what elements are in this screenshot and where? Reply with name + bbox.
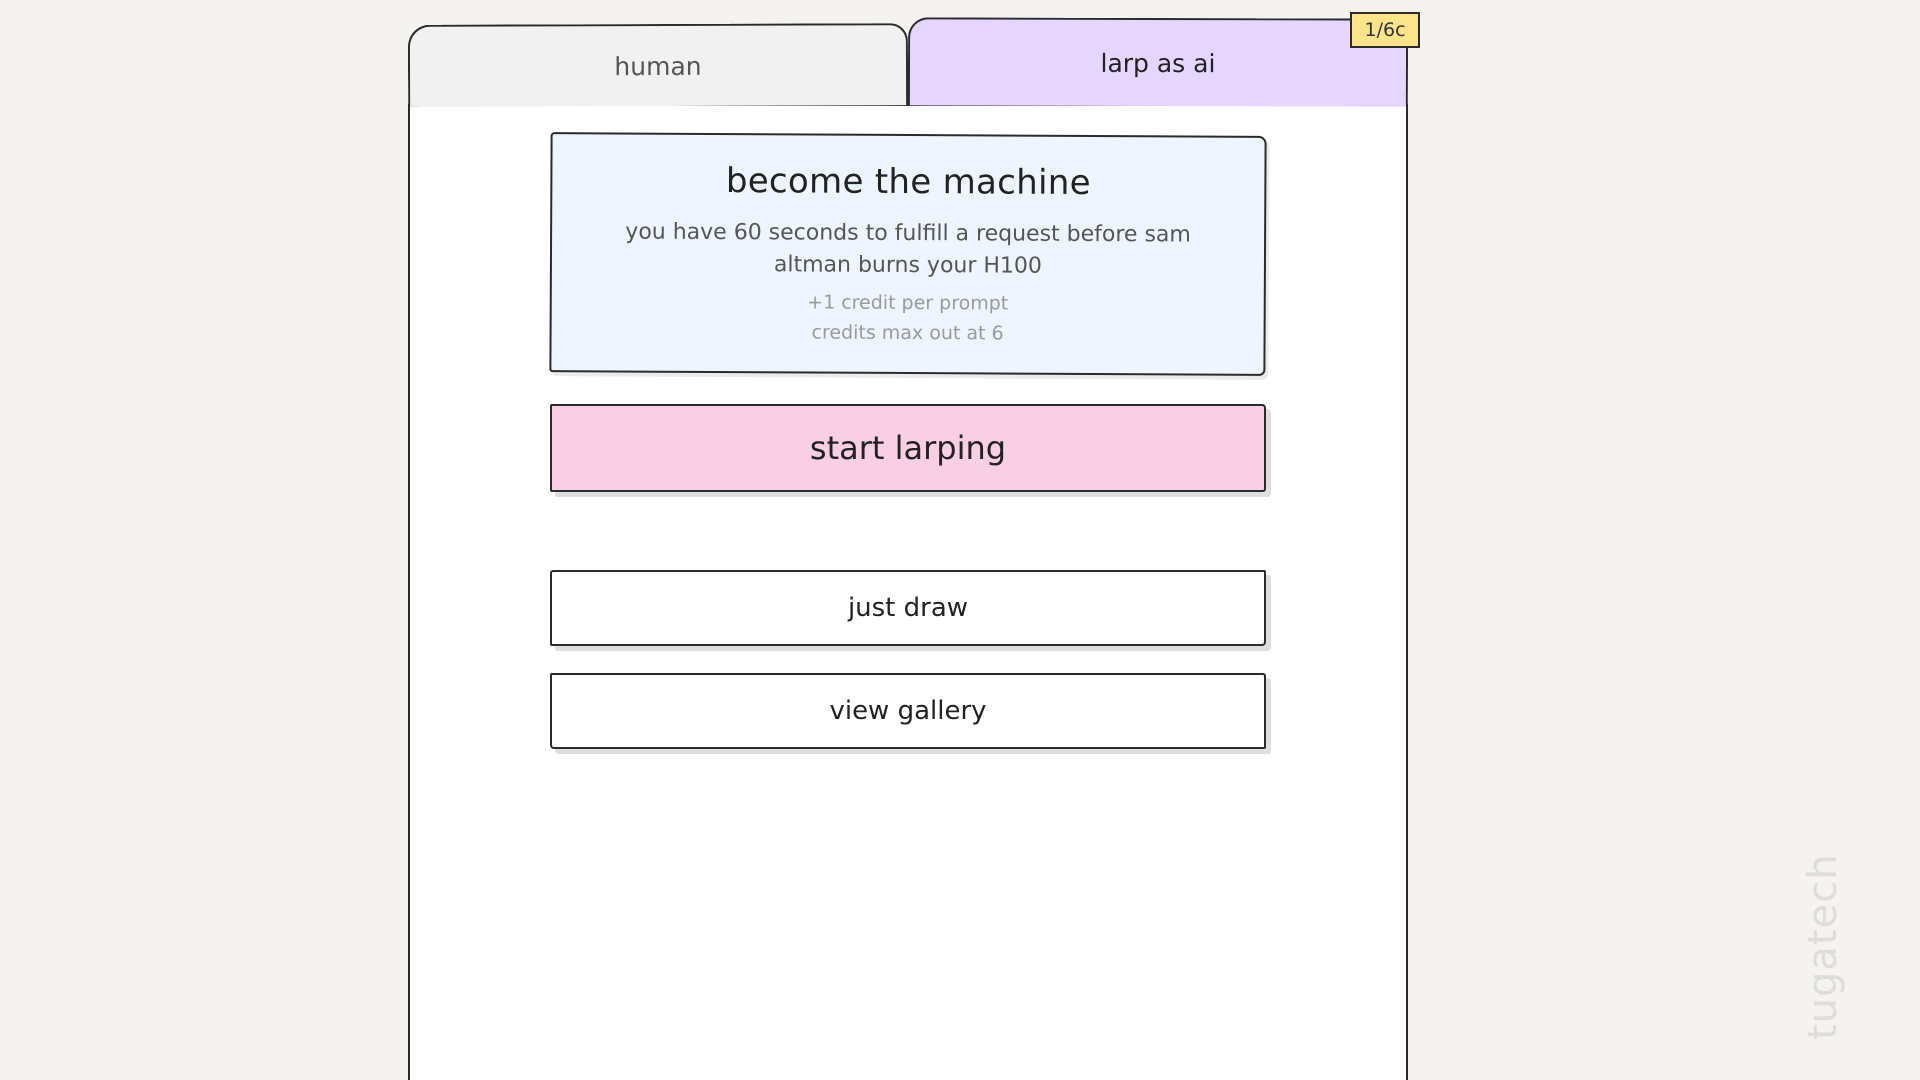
card-title: become the machine [725, 161, 1091, 203]
credit-badge: 1/6c [1350, 12, 1420, 48]
view-gallery-label: view gallery [829, 696, 987, 726]
tab-larp-as-ai[interactable]: larp as ai [907, 17, 1409, 107]
card-description: you have 60 seconds to fulfill a request… [625, 219, 1191, 279]
info-card: become the machine you have 60 seconds t… [549, 132, 1267, 376]
start-larping-label: start larping [809, 429, 1007, 467]
just-draw-button[interactable]: just draw [550, 570, 1266, 646]
view-gallery-button[interactable]: view gallery [550, 673, 1266, 749]
tab-human-label: human [614, 51, 702, 81]
credit-max-note: credits max out at 6 [811, 321, 1004, 345]
tab-larp-label: larp as ai [1100, 48, 1216, 78]
watermark-logo: tugatech [1800, 853, 1846, 1040]
credit-per-prompt-note: +1 credit per prompt [807, 291, 1009, 315]
tab-human[interactable]: human [407, 23, 909, 107]
app-root: human larp as ai 1/6c become the machine… [0, 0, 1920, 1080]
just-draw-label: just draw [847, 593, 969, 623]
start-larping-button[interactable]: start larping [550, 404, 1266, 492]
